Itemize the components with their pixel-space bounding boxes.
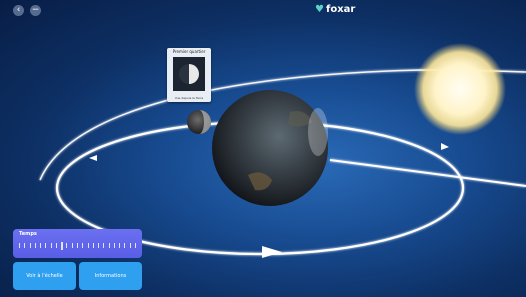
time-slider-tick — [30, 243, 31, 248]
time-slider-tick — [114, 243, 115, 248]
time-slider-tick — [93, 243, 94, 248]
time-slider-tick — [82, 243, 83, 248]
time-slider-tick — [130, 243, 131, 248]
sun[interactable] — [414, 43, 506, 135]
back-button[interactable]: ‹ — [13, 5, 24, 16]
time-slider-tick — [124, 243, 125, 248]
heart-icon: ♥ — [315, 4, 324, 15]
time-slider-tick — [45, 243, 46, 248]
time-slider-tick — [56, 243, 57, 248]
moon-phase-card[interactable]: Premier quartier Vue depuis la Terre — [167, 48, 211, 102]
time-slider-tick — [24, 243, 25, 248]
time-slider-tick — [98, 243, 99, 248]
time-slider-tick — [103, 243, 104, 248]
phase-card-caption: Vue depuis la Terre — [174, 96, 204, 100]
time-slider-handle[interactable] — [61, 242, 63, 250]
time-slider-tick — [72, 243, 73, 248]
orbit-direction-arrow — [262, 246, 282, 258]
time-slider-tick — [135, 243, 136, 248]
moon-phase-image — [173, 57, 205, 91]
time-panel[interactable]: Temps — [13, 229, 142, 258]
app-logo: ♥ foxar — [315, 4, 355, 15]
time-slider-tick — [51, 243, 52, 248]
minus-icon: − — [31, 5, 40, 15]
time-slider[interactable] — [19, 242, 137, 251]
ar-scene[interactable]: ‹ − ♥ foxar Premier quartier Vue depuis l… — [0, 0, 526, 297]
time-slider-tick — [119, 243, 120, 248]
collapse-button[interactable]: − — [30, 5, 41, 16]
information-button[interactable]: Informations — [79, 262, 142, 290]
time-slider-tick — [77, 243, 78, 248]
orbit-marker-right — [441, 143, 449, 150]
orbit-extension — [329, 159, 526, 187]
earth-highlight — [308, 108, 328, 156]
time-slider-tick — [40, 243, 41, 248]
time-slider-tick — [88, 243, 89, 248]
time-label: Temps — [19, 231, 37, 237]
orbit-marker-left — [89, 155, 97, 161]
moon-phase-icon — [179, 64, 199, 84]
logo-text: foxar — [325, 4, 356, 15]
time-slider-tick — [35, 243, 36, 248]
chevron-left-icon: ‹ — [16, 5, 21, 15]
phase-card-title: Premier quartier — [172, 49, 206, 54]
time-slider-tick — [19, 243, 20, 248]
time-slider-tick — [66, 243, 67, 248]
time-slider-tick — [109, 243, 110, 248]
view-to-scale-button[interactable]: Voir à l'échelle — [13, 262, 76, 290]
